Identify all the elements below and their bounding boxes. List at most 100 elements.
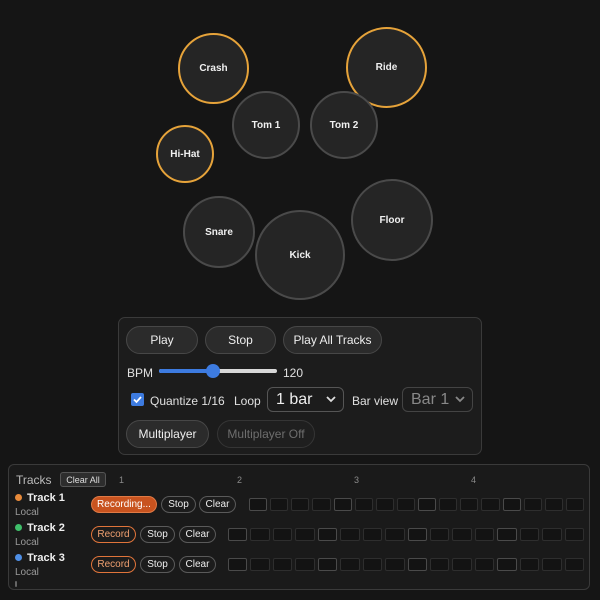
step-cell[interactable] (250, 528, 270, 541)
bpm-slider[interactable] (159, 362, 277, 380)
step-cell[interactable] (523, 498, 542, 511)
bar-view-select[interactable]: Bar 1 (402, 387, 473, 412)
pad-label: Ride (375, 62, 398, 73)
step-cell[interactable] (270, 498, 289, 511)
step-cell[interactable] (340, 558, 360, 571)
step-cell[interactable] (502, 498, 521, 511)
bar-number: 2 (237, 475, 243, 485)
step-cell[interactable] (228, 558, 248, 571)
track-1-clear-button[interactable]: Clear (199, 496, 236, 513)
track-1-record-button[interactable]: Recording... (91, 496, 157, 513)
step-cell[interactable] (418, 498, 437, 511)
tracks-title: Tracks (16, 473, 52, 487)
step-cell[interactable] (407, 558, 427, 571)
pad-label: Tom 2 (329, 119, 359, 131)
step-cell[interactable] (295, 558, 315, 571)
step-cell[interactable] (291, 498, 310, 511)
step-cell[interactable] (542, 558, 562, 571)
track-2-name: Track 2 (15, 522, 65, 534)
step-cell[interactable] (249, 498, 268, 511)
track-name-text: Track 1 (27, 492, 65, 504)
step-cell[interactable] (362, 528, 383, 541)
bpm-slider-fill (159, 369, 213, 373)
track-3-stop-button[interactable]: Stop (140, 556, 175, 573)
multiplayer-off-button[interactable]: Multiplayer Off (217, 420, 315, 448)
step-cell[interactable] (474, 528, 495, 541)
step-cell[interactable] (385, 528, 405, 541)
bar-number: 3 (354, 475, 360, 485)
step-cell[interactable] (317, 528, 338, 541)
step-cell[interactable] (385, 558, 405, 571)
step-cell[interactable] (565, 498, 584, 511)
pad-kick[interactable]: Kick (255, 210, 345, 300)
bar-number: 4 (471, 475, 477, 485)
step-cell[interactable] (295, 528, 315, 541)
track-2-clear-button[interactable]: Clear (179, 526, 216, 543)
play-button[interactable]: Play (126, 326, 198, 354)
step-cell[interactable] (407, 528, 427, 541)
track-1-stop-button[interactable]: Stop (161, 496, 196, 513)
step-cell[interactable] (429, 528, 450, 541)
chevron-down-icon (326, 396, 336, 403)
track-3-record-button[interactable]: Record (91, 556, 136, 573)
pad-label: Crash (199, 63, 228, 74)
step-cell[interactable] (542, 528, 562, 541)
step-cell[interactable] (452, 558, 472, 571)
pad-label: Tom 1 (251, 119, 281, 131)
step-cell[interactable] (272, 528, 293, 541)
loop-label: Loop (234, 394, 261, 408)
pad-tom1[interactable]: Tom 1 (232, 91, 300, 159)
step-cell[interactable] (375, 498, 394, 511)
pad-label: Hi-Hat (170, 148, 200, 160)
bpm-label: BPM (127, 366, 154, 380)
pad-tom2[interactable]: Tom 2 (310, 91, 378, 159)
track-2-stop-button[interactable]: Stop (140, 526, 175, 543)
step-cell[interactable] (452, 528, 472, 541)
track-2-record-button[interactable]: Record (91, 526, 136, 543)
step-cell[interactable] (439, 498, 458, 511)
step-cell[interactable] (429, 558, 450, 571)
clear-all-button[interactable]: Clear All (60, 472, 106, 487)
step-cell[interactable] (250, 558, 270, 571)
step-cell[interactable] (333, 498, 352, 511)
horizontal-scrollbar[interactable] (15, 581, 17, 587)
pad-floor[interactable]: Floor (351, 179, 433, 261)
quantize-checkbox[interactable] (131, 393, 144, 406)
step-cell[interactable] (317, 558, 338, 571)
track-1-owner: Local (15, 507, 39, 518)
pad-hihat[interactable]: Hi-Hat (156, 125, 214, 183)
track-3-clear-button[interactable]: Clear (179, 556, 216, 573)
step-cell[interactable] (564, 558, 584, 571)
step-cell[interactable] (272, 558, 293, 571)
step-cell[interactable] (481, 498, 500, 511)
pad-crash[interactable]: Crash (178, 33, 249, 104)
step-cell[interactable] (460, 498, 479, 511)
pad-label: Snare (205, 226, 233, 238)
track-name-text: Track 2 (27, 522, 65, 534)
step-cell[interactable] (497, 558, 517, 571)
step-cell[interactable] (362, 558, 383, 571)
track-1-name: Track 1 (15, 492, 65, 504)
step-cell[interactable] (354, 498, 373, 511)
track-color-dot (15, 553, 22, 561)
step-cell[interactable] (396, 498, 415, 511)
step-cell[interactable] (519, 558, 540, 571)
step-cell[interactable] (564, 528, 584, 541)
step-cell[interactable] (497, 528, 517, 541)
step-cell[interactable] (340, 528, 360, 541)
loop-select[interactable]: 1 bar (267, 387, 344, 412)
step-cell[interactable] (474, 558, 495, 571)
step-cell[interactable] (228, 528, 248, 541)
step-cell[interactable] (544, 498, 563, 511)
track-3-owner: Local (15, 567, 39, 578)
play-all-tracks-button[interactable]: Play All Tracks (283, 326, 382, 354)
step-cell[interactable] (519, 528, 540, 541)
pad-snare[interactable]: Snare (183, 196, 255, 268)
step-cell[interactable] (312, 498, 331, 511)
stop-button[interactable]: Stop (205, 326, 276, 354)
track-color-dot (15, 493, 22, 501)
bpm-slider-thumb[interactable] (205, 364, 220, 378)
multiplayer-button[interactable]: Multiplayer (126, 420, 209, 448)
bar-number: 1 (119, 475, 125, 485)
track-color-dot (15, 523, 22, 531)
